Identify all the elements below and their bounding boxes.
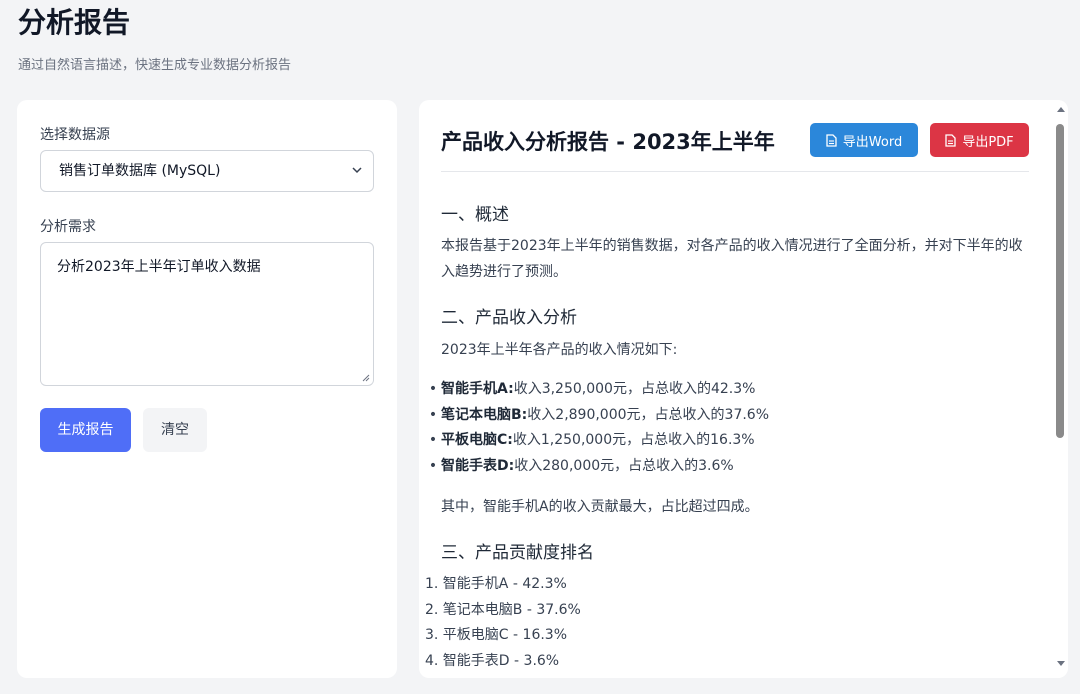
list-item: 3. 平板电脑C - 16.3% [425,627,568,644]
revenue-summary: 其中，智能手机A的收入贡献最大，占比超过四成。 [441,499,759,515]
requirement-textarea[interactable]: 分析2023年上半年订单收入数据 [40,242,374,386]
page-subtitle: 通过自然语言描述，快速生成专业数据分析报告 [18,58,292,73]
revenue-intro: 2023年上半年各产品的收入情况如下: [441,342,678,358]
list-item: • 智能手表D:收入280,000元，占总收入的3.6% [428,457,734,474]
section-heading-overview: 一、概述 [441,205,509,225]
document-icon [826,133,837,147]
export-word-button[interactable]: 导出Word [810,123,918,157]
page-title: 分析报告 [18,6,131,39]
section-heading-ranking: 三、产品贡献度排名 [441,543,594,563]
export-word-label: 导出Word [842,134,903,150]
report-scrollbar[interactable] [1052,100,1068,678]
clear-button[interactable]: 清空 [143,408,207,452]
input-panel: 选择数据源 销售订单数据库 (MySQL) 分析需求 分析2023年上半年订单收… [17,100,397,678]
list-item: • 笔记本电脑B:收入2,890,000元，占总收入的37.6% [428,406,770,423]
datasource-label: 选择数据源 [40,127,110,143]
datasource-select[interactable]: 销售订单数据库 (MySQL) [40,150,374,192]
requirement-value: 分析2023年上半年订单收入数据 [57,259,261,275]
list-item: • 平板电脑C:收入1,250,000元，占总收入的16.3% [428,432,755,448]
title-divider [441,171,1029,172]
chevron-down-icon [352,167,362,174]
scroll-thumb[interactable] [1056,124,1064,438]
generate-report-button[interactable]: 生成报告 [40,408,131,452]
report-title: 产品收入分析报告 - 2023年上半年 [441,130,775,154]
list-item: 2. 笔记本电脑B - 37.6% [425,601,581,618]
requirement-label: 分析需求 [40,219,96,235]
scroll-up-icon[interactable] [1057,107,1065,112]
product-revenue-list: • 智能手机A:收入3,250,000元，占总收入的42.3% • 笔记本电脑B:收… [425,377,769,479]
export-pdf-label: 导出PDF [962,134,1014,150]
page-header: 分析报告 通过自然语言描述，快速生成专业数据分析报告 [18,6,291,73]
ranking-list: 1. 智能手机A - 42.3% 2. 笔记本电脑B - 37.6% 3. 平板… [425,572,581,675]
report-panel: 产品收入分析报告 - 2023年上半年 导出Word 导出PDF 一、概述 本报… [419,100,1068,678]
scroll-down-icon[interactable] [1057,661,1065,666]
list-item: 4. 智能手表D - 3.6% [425,653,560,670]
list-item: 1. 智能手机A - 42.3% [425,576,567,592]
document-icon [945,133,956,147]
resize-grip-icon[interactable] [362,374,370,382]
export-pdf-button[interactable]: 导出PDF [930,123,1029,157]
overview-text: 本报告基于2023年上半年的销售数据，对各产品的收入情况进行了全面分析，并对下半… [441,238,1023,280]
datasource-value: 销售订单数据库 (MySQL) [59,163,221,179]
list-item: • 智能手机A:收入3,250,000元，占总收入的42.3% [428,381,756,397]
section-heading-revenue: 二、产品收入分析 [441,308,577,328]
